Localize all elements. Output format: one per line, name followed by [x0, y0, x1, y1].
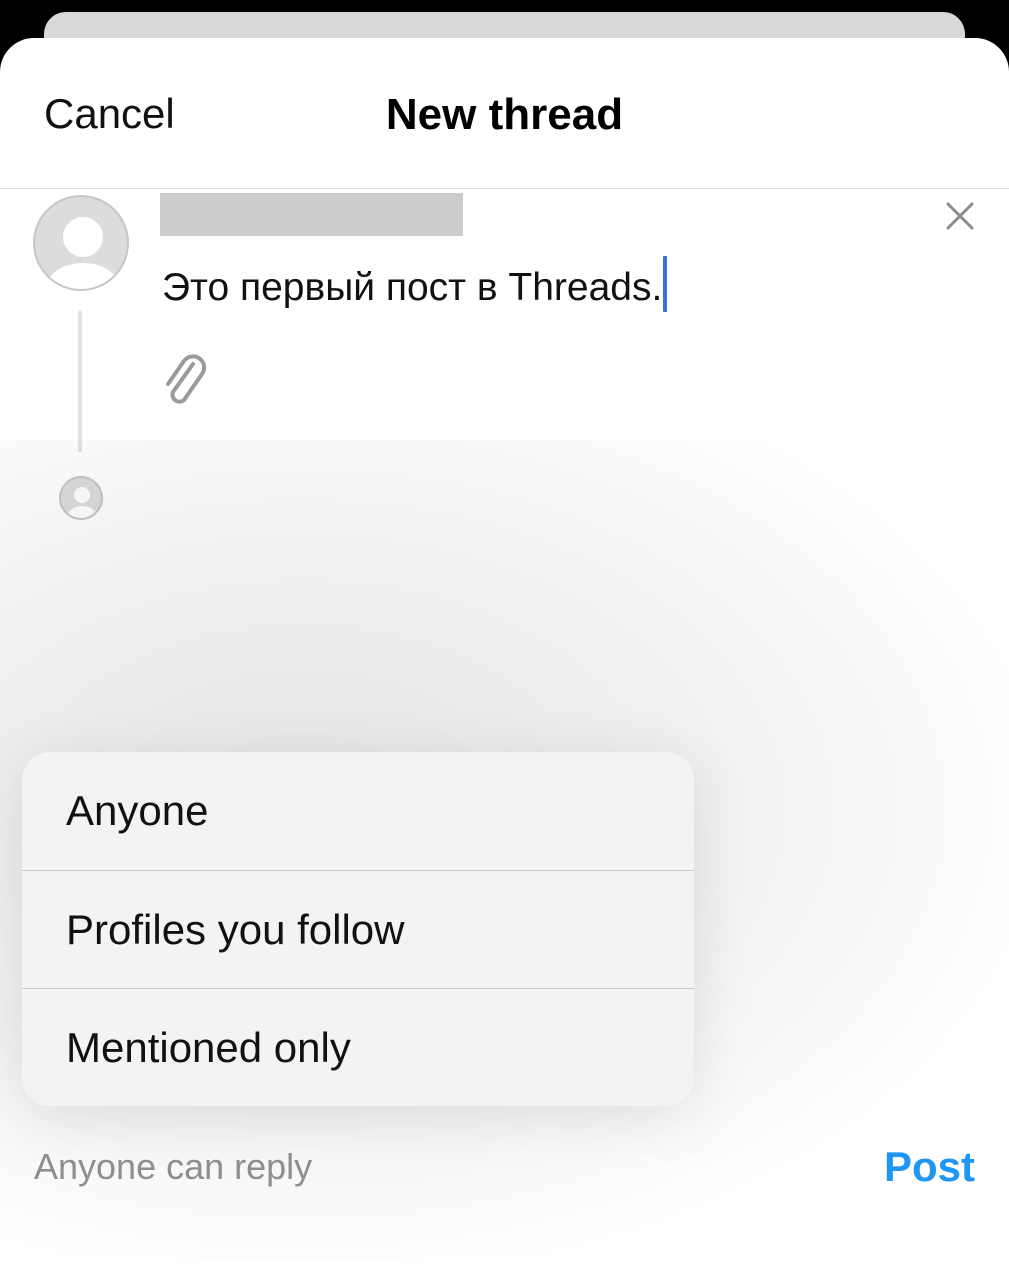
menu-item-profiles-you-follow[interactable]: Profiles you follow — [22, 870, 694, 988]
remove-post-button[interactable] — [940, 196, 980, 236]
thread-connector-line — [78, 310, 82, 452]
post-button[interactable]: Post — [884, 1143, 975, 1191]
reply-setting-button[interactable]: Anyone can reply — [34, 1146, 312, 1188]
post-text-input[interactable]: Это первый пост в Threads. — [162, 256, 668, 312]
page-title: New thread — [385, 90, 624, 139]
attach-media-button[interactable] — [160, 352, 214, 412]
menu-item-anyone[interactable]: Anyone — [22, 752, 694, 870]
text-cursor — [663, 256, 668, 312]
close-icon — [946, 202, 974, 230]
screen: Cancel New thread Это первый пост в Thre… — [0, 0, 1009, 1280]
username-redacted — [160, 193, 463, 236]
menu-item-mentioned-only[interactable]: Mentioned only — [22, 988, 694, 1106]
add-to-thread-avatar-icon[interactable] — [59, 476, 103, 520]
avatar-head — [74, 487, 90, 503]
paperclip-icon — [166, 354, 207, 404]
reply-options-menu: Anyone Profiles you follow Mentioned onl… — [22, 752, 694, 1106]
avatar-body — [67, 506, 97, 518]
post-text: Это первый пост в Threads. — [162, 266, 663, 309]
avatar-icon — [33, 195, 129, 291]
sheet-header: Cancel New thread — [0, 38, 1009, 189]
avatar-head — [63, 217, 103, 257]
avatar-body — [47, 263, 119, 289]
